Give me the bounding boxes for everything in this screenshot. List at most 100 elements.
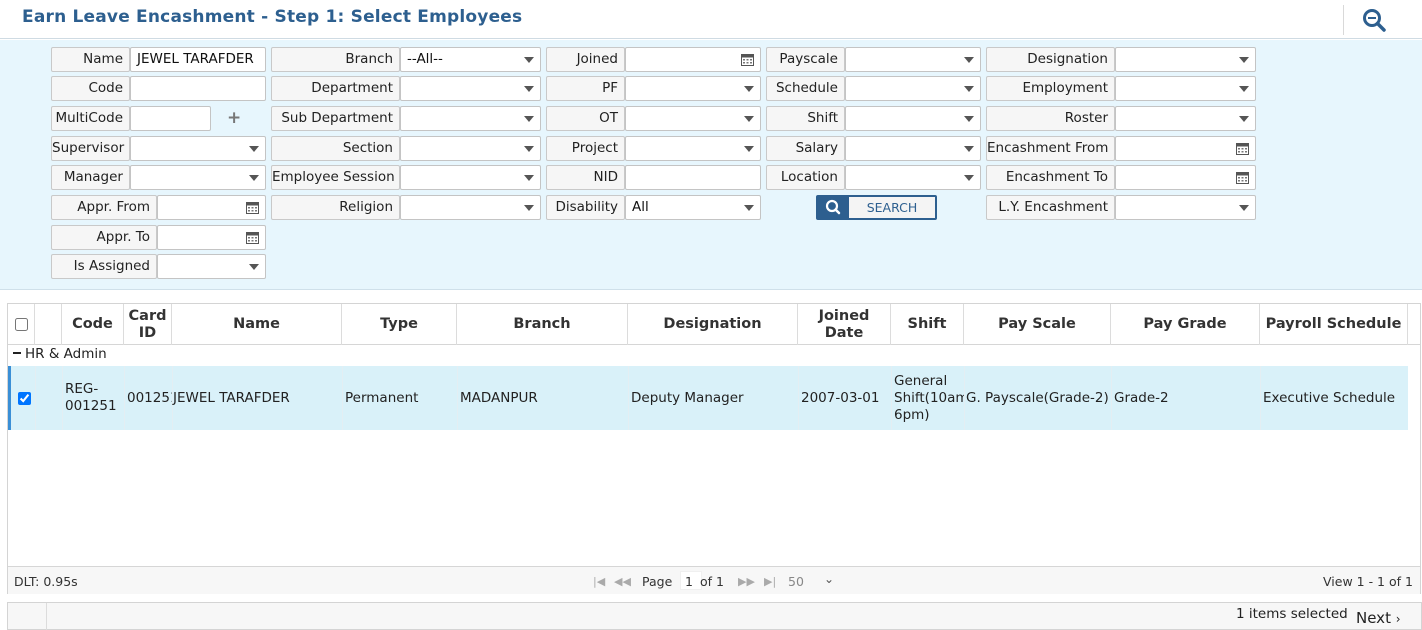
next-button[interactable]: Next › <box>1356 609 1401 627</box>
pf-label: PF <box>546 76 625 101</box>
row-select-checkbox[interactable] <box>17 391 31 405</box>
name-label: Name <box>51 47 130 72</box>
zoom-button[interactable] <box>1343 5 1407 35</box>
manager-select[interactable] <box>130 165 266 190</box>
is-assigned-select[interactable] <box>157 254 266 279</box>
selected-count: 1 items selected <box>1236 606 1348 622</box>
select-all-cell <box>8 304 35 345</box>
section-select[interactable] <box>400 136 541 161</box>
chevron-down-icon <box>1239 116 1249 122</box>
sub-department-select[interactable] <box>400 106 541 131</box>
chevron-down-icon <box>964 86 974 92</box>
sub-department-label: Sub Department <box>271 106 400 131</box>
cell-designation: Deputy Manager <box>631 389 744 406</box>
col-header-pay-grade[interactable]: Pay Grade <box>1111 304 1260 345</box>
last-page-icon[interactable]: ▶| <box>764 575 776 588</box>
page-number-input[interactable]: 1 <box>680 571 702 590</box>
encashment-from-date[interactable] <box>1115 136 1256 161</box>
pf-select[interactable] <box>625 76 761 101</box>
page-count: of 1 <box>700 574 724 589</box>
roster-select[interactable] <box>1115 106 1256 131</box>
table-row[interactable]: REG- 001251 001251 JEWEL TARAFDER Perman… <box>8 366 1408 430</box>
designation-select[interactable] <box>1115 47 1256 72</box>
employment-select[interactable] <box>1115 76 1256 101</box>
encashment-to-date[interactable] <box>1115 165 1256 190</box>
project-label: Project <box>546 136 625 161</box>
department-select[interactable] <box>400 76 541 101</box>
group-row[interactable]: HR & Admin <box>8 345 1420 366</box>
appr-from-date[interactable] <box>157 195 266 220</box>
col-header-shift[interactable]: Shift <box>891 304 964 345</box>
search-button[interactable]: SEARCH <box>816 195 937 220</box>
multicode-label: MultiCode <box>51 106 130 131</box>
multicode-input[interactable] <box>130 106 211 131</box>
col-header-card-id[interactable]: Card ID <box>124 304 172 345</box>
cell-shift-line1: General <box>894 372 948 389</box>
prev-page-icon[interactable]: ◀◀ <box>614 575 631 588</box>
chevron-down-icon <box>744 86 754 92</box>
select-all-checkbox[interactable] <box>14 318 28 331</box>
name-input[interactable]: JEWEL TARAFDER <box>130 47 266 72</box>
col-header-name[interactable]: Name <box>172 304 342 345</box>
col-header-code[interactable]: Code <box>62 304 124 345</box>
add-multicode-plus-icon[interactable]: + <box>227 108 241 128</box>
location-select[interactable] <box>845 165 981 190</box>
section-label: Section <box>271 136 400 161</box>
col-header-pay-scale[interactable]: Pay Scale <box>964 304 1111 345</box>
ly-encashment-select[interactable] <box>1115 195 1256 220</box>
religion-label: Religion <box>271 195 400 220</box>
payscale-select[interactable] <box>845 47 981 72</box>
cell-joined-date: 2007-03-01 <box>801 389 880 406</box>
chevron-down-icon <box>964 175 974 181</box>
location-label: Location <box>766 165 845 190</box>
branch-label: Branch <box>271 47 400 72</box>
encashment-to-label: Encashment To <box>986 165 1115 190</box>
col-header-branch[interactable]: Branch <box>457 304 628 345</box>
salary-select[interactable] <box>845 136 981 161</box>
employee-session-select[interactable] <box>400 165 541 190</box>
col-header-designation[interactable]: Designation <box>628 304 798 345</box>
first-page-icon[interactable]: |◀ <box>593 575 605 588</box>
cell-pay-scale: G. Payscale(Grade-2) <box>966 389 1109 406</box>
view-range-text: View 1 - 1 of 1 <box>1323 574 1413 589</box>
dlt-status: DLT: 0.95s <box>14 574 78 589</box>
joined-date[interactable] <box>625 47 761 72</box>
zoom-search-icon <box>1363 9 1386 32</box>
supervisor-select[interactable] <box>130 136 266 161</box>
manager-label: Manager <box>51 165 130 190</box>
cell-code-line1: REG- <box>65 381 99 397</box>
chevron-down-icon[interactable]: ⌄ <box>824 572 834 586</box>
employee-session-label: Employee Session <box>271 165 400 190</box>
disability-selected-value: All <box>632 199 649 215</box>
page-title: Earn Leave Encashment - Step 1: Select E… <box>22 7 523 27</box>
col-header-joined-date[interactable]: Joined Date <box>798 304 891 345</box>
chevron-down-icon <box>1239 205 1249 211</box>
next-page-icon[interactable]: ▶▶ <box>738 575 755 588</box>
supervisor-label: Supervisor <box>51 136 130 161</box>
chevron-right-icon: › <box>1395 612 1401 626</box>
employee-grid: Code Card ID Name Type Branch Designatio… <box>7 303 1421 594</box>
ot-select[interactable] <box>625 106 761 131</box>
chevron-down-icon <box>744 116 754 122</box>
disability-select[interactable]: All <box>625 195 761 220</box>
page-size-select[interactable]: 50 <box>788 574 804 589</box>
appr-to-date[interactable] <box>157 225 266 250</box>
shift-select[interactable] <box>845 106 981 131</box>
project-select[interactable] <box>625 136 761 161</box>
nid-input[interactable] <box>625 165 761 190</box>
schedule-select[interactable] <box>845 76 981 101</box>
cell-name: JEWEL TARAFDER <box>173 389 290 406</box>
calendar-icon <box>1236 172 1249 184</box>
code-label: Code <box>51 76 130 101</box>
footer-divider <box>46 603 47 630</box>
chevron-down-icon <box>524 175 534 181</box>
nid-label: NID <box>546 165 625 190</box>
col-header-payroll-schedule[interactable]: Payroll Schedule <box>1260 304 1408 345</box>
title-bar: Earn Leave Encashment - Step 1: Select E… <box>0 0 1422 39</box>
religion-select[interactable] <box>400 195 541 220</box>
col-header-type[interactable]: Type <box>342 304 457 345</box>
code-input[interactable] <box>130 76 266 101</box>
collapse-group-icon[interactable] <box>13 352 21 354</box>
cell-pay-grade: Grade-2 <box>1114 389 1169 406</box>
branch-select[interactable]: --All-- <box>400 47 541 72</box>
